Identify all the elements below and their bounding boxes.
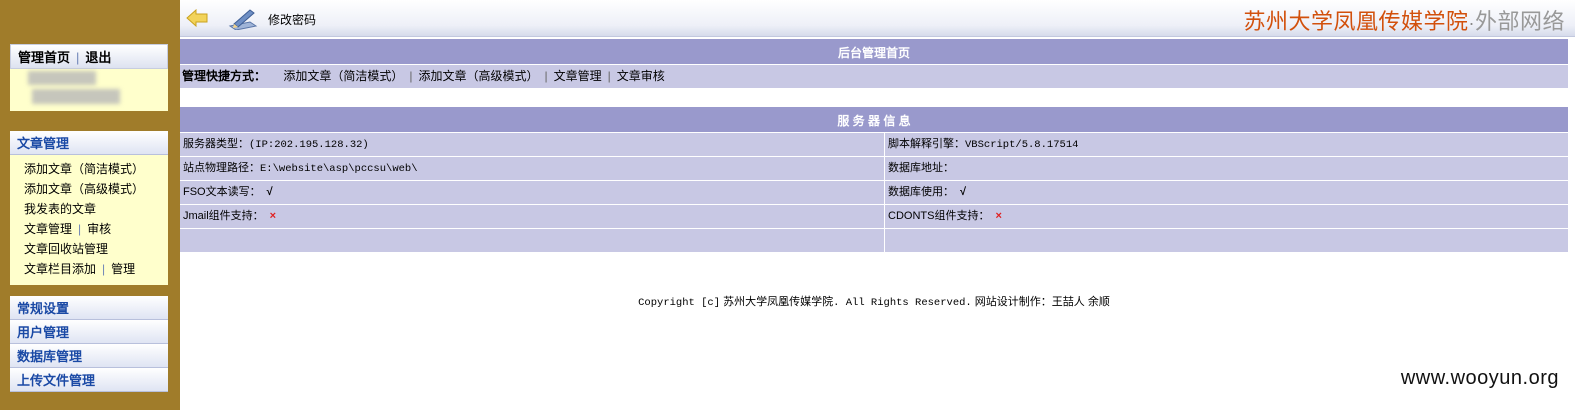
menu-review[interactable]: 审核 xyxy=(87,222,111,236)
jmail-support: Jmail组件支持： × xyxy=(180,205,884,228)
check-icon: √ xyxy=(960,186,967,198)
menu-recycle[interactable]: 文章回收站管理 xyxy=(24,239,168,259)
footer: Copyright [c] 苏州大学凤凰传媒学院. All Rights Res… xyxy=(638,296,1110,309)
quick-label: 管理快捷方式： xyxy=(182,69,267,83)
quick-add-advanced[interactable]: 添加文章（高级模式） xyxy=(419,69,539,83)
change-password-link[interactable]: 修改密码 xyxy=(268,11,316,28)
site-path: 站点物理路径：E:\website\asp\pccsu\web\ xyxy=(180,157,884,180)
info-row-5 xyxy=(180,228,1568,252)
quick-review[interactable]: 文章审核 xyxy=(617,69,665,83)
edit-pencil-icon xyxy=(228,9,258,30)
section-upload-management[interactable]: 上传文件管理 xyxy=(10,368,168,392)
home-link[interactable]: 管理首页 xyxy=(18,50,70,65)
check-icon: √ xyxy=(266,186,273,198)
db-usage: 数据库使用： √ xyxy=(885,181,1568,204)
quick-links-row: 管理快捷方式： 添加文章（简洁模式） | 添加文章（高级模式） | 文章管理 | 文章审核 xyxy=(180,64,1568,87)
main-content: 后台管理首页 管理快捷方式： 添加文章（简洁模式） | 添加文章（高级模式） | 文章管… xyxy=(180,38,1568,252)
sidebar-article-title[interactable]: 文章管理 xyxy=(10,131,168,155)
db-address: 数据库地址： xyxy=(885,157,1568,180)
menu-manage-row: 文章管理 | 审核 xyxy=(24,222,112,236)
menu-manage[interactable]: 文章管理 xyxy=(24,222,72,236)
info-row-4: Jmail组件支持： × CDONTS组件支持： × xyxy=(180,204,1568,228)
menu-column-manage[interactable]: 管理 xyxy=(111,262,135,276)
menu-add-simple[interactable]: 添加文章（简洁模式） xyxy=(24,159,168,179)
user-info-redacted xyxy=(10,69,168,111)
sidebar-head: 管理首页 | 退出 xyxy=(10,44,168,69)
cross-icon: × xyxy=(269,210,277,222)
cdonts-support: CDONTS组件支持： × xyxy=(885,205,1568,228)
info-row-3: FSO文本读写： √ 数据库使用： √ xyxy=(180,180,1568,204)
section-general-settings[interactable]: 常规设置 xyxy=(10,296,168,320)
back-arrow-icon[interactable] xyxy=(186,9,208,27)
quick-add-simple[interactable]: 添加文章（简洁模式） xyxy=(283,69,403,83)
info-row-2: 站点物理路径：E:\website\asp\pccsu\web\ 数据库地址： xyxy=(180,156,1568,180)
site-title: 苏州大学凤凰传媒学院·外部网络 xyxy=(1243,9,1565,34)
sidebar-sections: 常规设置 用户管理 数据库管理 上传文件管理 xyxy=(10,296,168,392)
server-info-header: 服 务 器 信 息 xyxy=(180,106,1568,132)
logout-link[interactable]: 退出 xyxy=(85,50,111,65)
sidebar: 管理首页 | 退出 文章管理 添加文章（简洁模式） 添加文章（高级模式） 我发表的文… xyxy=(0,0,180,410)
sidebar-user-box: 管理首页 | 退出 xyxy=(10,44,168,111)
menu-column-row: 文章栏目添加 | 管理 xyxy=(24,262,136,276)
script-engine: 脚本解释引擎：VBScript/5.8.17514 xyxy=(885,133,1568,156)
menu-add-advanced[interactable]: 添加文章（高级模式） xyxy=(24,179,168,199)
cross-icon: × xyxy=(995,210,1002,222)
menu-column-add[interactable]: 文章栏目添加 xyxy=(24,262,96,276)
sidebar-article-menu: 文章管理 添加文章（简洁模式） 添加文章（高级模式） 我发表的文章 文章管理 | 审… xyxy=(10,131,168,285)
server-type: 服务器类型：(IP:202.195.128.32) xyxy=(180,133,884,156)
section-database-management[interactable]: 数据库管理 xyxy=(10,344,168,368)
info-row-1: 服务器类型：(IP:202.195.128.32) 脚本解释引擎：VBScrip… xyxy=(180,132,1568,156)
section-user-management[interactable]: 用户管理 xyxy=(10,320,168,344)
top-bar: 修改密码 苏州大学凤凰传媒学院·外部网络 xyxy=(180,0,1575,37)
fso-support: FSO文本读写： √ xyxy=(180,181,884,204)
home-header: 后台管理首页 xyxy=(180,38,1568,64)
quick-manage[interactable]: 文章管理 xyxy=(554,69,602,83)
watermark: www.wooyun.org xyxy=(1400,367,1559,389)
article-menu-list: 添加文章（简洁模式） 添加文章（高级模式） 我发表的文章 文章管理 | 审核 文章回… xyxy=(10,155,168,285)
menu-my-articles[interactable]: 我发表的文章 xyxy=(24,199,168,219)
